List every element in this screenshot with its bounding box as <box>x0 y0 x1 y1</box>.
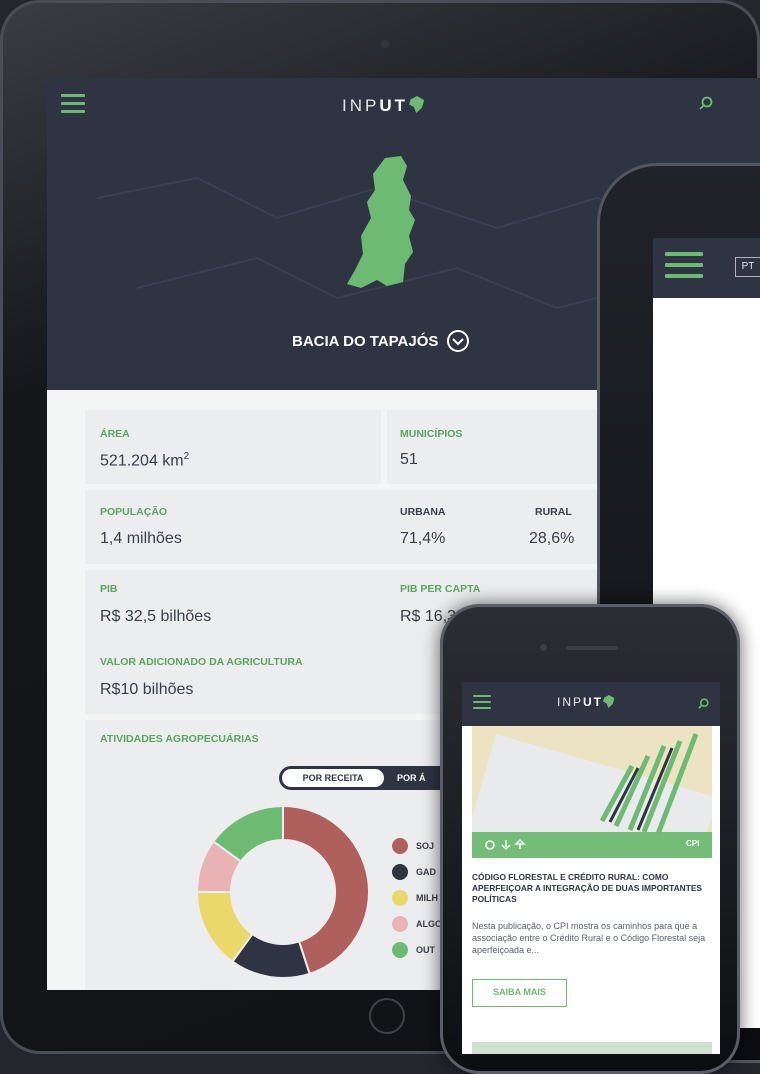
populacao-value: 1,4 milhões <box>100 530 182 547</box>
app-logo[interactable]: INPUT <box>557 695 615 709</box>
legend-label: GAD <box>416 867 436 877</box>
phone-speaker <box>566 646 618 650</box>
agricultura-value: R$10 bilhões <box>100 681 194 698</box>
area-label: ÁREA <box>100 428 130 440</box>
phone-camera <box>540 644 547 651</box>
agricultura-label: VALOR ADICIONADO DA AGRICULTURA <box>100 656 303 668</box>
article-category-bar <box>472 832 712 858</box>
document-chart-graphic <box>599 733 699 835</box>
search-icon[interactable] <box>698 698 709 709</box>
toggle-por-area[interactable]: POR Á <box>397 769 426 787</box>
saiba-mais-button[interactable]: SAIBA MAIS <box>472 979 567 1007</box>
article-tag: CPI <box>686 839 700 848</box>
legend-swatch <box>392 916 408 932</box>
chevron-down-icon[interactable] <box>447 330 469 352</box>
municipios-label: MUNICÍPIOS <box>400 428 463 440</box>
logo-text-bold: UT <box>379 96 409 115</box>
search-icon[interactable] <box>699 96 713 110</box>
area-value: 521.204 km2 <box>100 451 190 470</box>
legend-swatch <box>392 864 408 880</box>
app-logo[interactable]: INPUT <box>342 96 425 116</box>
municipios-value: 51 <box>400 451 418 468</box>
brazil-map-icon <box>603 695 615 708</box>
language-button[interactable]: PT <box>735 257 760 277</box>
urbana-value: 71,4% <box>400 530 446 547</box>
logo-text: INP <box>342 96 380 115</box>
stat-area <box>85 410 381 484</box>
legend-label: OUT <box>416 945 435 955</box>
legend-swatch <box>392 890 408 906</box>
legend-swatch <box>392 838 408 854</box>
toggle-por-receita[interactable]: POR RECEITA <box>282 769 384 787</box>
hamburger-menu-icon[interactable] <box>61 94 85 118</box>
small-phone-screen: INPUT CPI CÓDIGO FLORESTAL E CRÉDITO RUR… <box>462 682 720 1054</box>
region-map-shape <box>347 156 415 288</box>
brazil-map-icon <box>409 96 425 113</box>
logo-text: INP <box>557 695 584 709</box>
donut-chart <box>195 804 370 979</box>
article-description: Nesta publicação, o CPI mostra os caminh… <box>472 921 706 955</box>
large-phone-header: PT <box>653 238 760 298</box>
logo-text-bold: UT <box>583 695 604 709</box>
next-article-image[interactable] <box>472 1042 712 1054</box>
pib-label: PIB <box>100 583 118 595</box>
tablet-camera <box>381 40 389 48</box>
pib-value: R$ 32,5 bilhões <box>100 608 212 625</box>
home-button[interactable] <box>369 998 405 1034</box>
legend-swatch <box>392 942 408 958</box>
category-icons <box>485 838 526 851</box>
legend-label: MILH <box>416 893 438 903</box>
legend-label: ALGO <box>416 919 442 929</box>
hamburger-menu-icon[interactable] <box>473 695 491 714</box>
populacao-label: POPULAÇÃO <box>100 506 168 518</box>
small-phone-header: INPUT <box>462 682 720 726</box>
atividades-label: ATIVIDADES AGROPECUÁRIAS <box>100 733 259 745</box>
article-title[interactable]: CÓDIGO FLORESTAL E CRÉDITO RURAL: COMO A… <box>472 872 712 905</box>
pib-per-capta-label: PIB PER CAPTA <box>400 583 481 595</box>
rural-value: 28,6% <box>529 530 575 547</box>
legend-label: SOJ <box>416 841 435 851</box>
region-title[interactable]: BACIA DO TAPAJÓS <box>292 333 438 350</box>
urbana-label: URBANA <box>400 506 446 518</box>
rural-label: RURAL <box>535 506 572 518</box>
hamburger-menu-icon[interactable] <box>665 252 703 283</box>
